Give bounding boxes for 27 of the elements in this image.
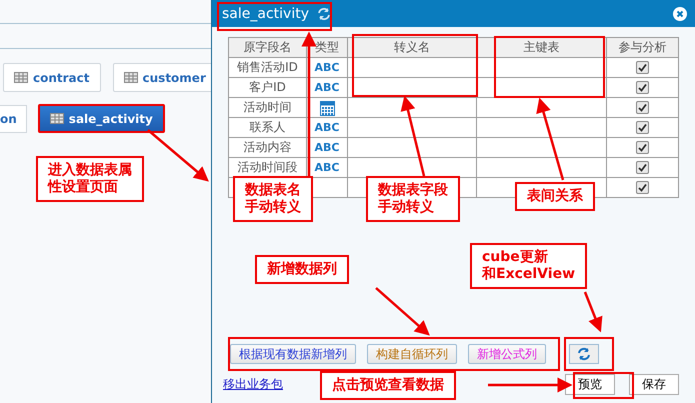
text-type-label: ABC [314, 161, 340, 174]
annotation-text: 手动转义 [245, 199, 301, 216]
annotation-text: 点击预览查看数据 [332, 377, 444, 394]
text-type-label: ABC [314, 121, 340, 134]
annotation-text: 手动转义 [378, 199, 435, 216]
table-cell: 销售活动ID [229, 58, 307, 78]
annotation-text: 性设置页面 [48, 179, 119, 196]
text-type-label: ABC [314, 141, 340, 154]
annotation-text: 进入数据表属 [48, 162, 132, 179]
text-type-label: ABC [314, 81, 340, 94]
annotation-text: 新增数据列 [267, 261, 337, 278]
table-cell: 活动时间段 [229, 158, 307, 178]
table-cell: 客户ID [229, 78, 307, 98]
table-cell: 活动内容 [229, 138, 307, 158]
table-cell: 活动时间 [229, 98, 307, 118]
column-header: 主键表 [477, 38, 607, 58]
annotation-text: 数据表名 [245, 182, 301, 198]
annotation-text: 表间关系 [527, 188, 583, 205]
annotation-text: cube更新 [482, 249, 549, 266]
column-header: 参与分析 [607, 38, 679, 58]
column-header: 原字段名 [229, 38, 307, 58]
column-header: 转义名 [348, 38, 477, 58]
annotation-text: 数据表字段 [378, 182, 448, 198]
table-cell: 联系人 [229, 118, 307, 138]
annotation-text: 和ExcelView [482, 266, 576, 283]
text-type-label: ABC [314, 61, 340, 74]
dialog-title: sale_activity [222, 6, 309, 22]
